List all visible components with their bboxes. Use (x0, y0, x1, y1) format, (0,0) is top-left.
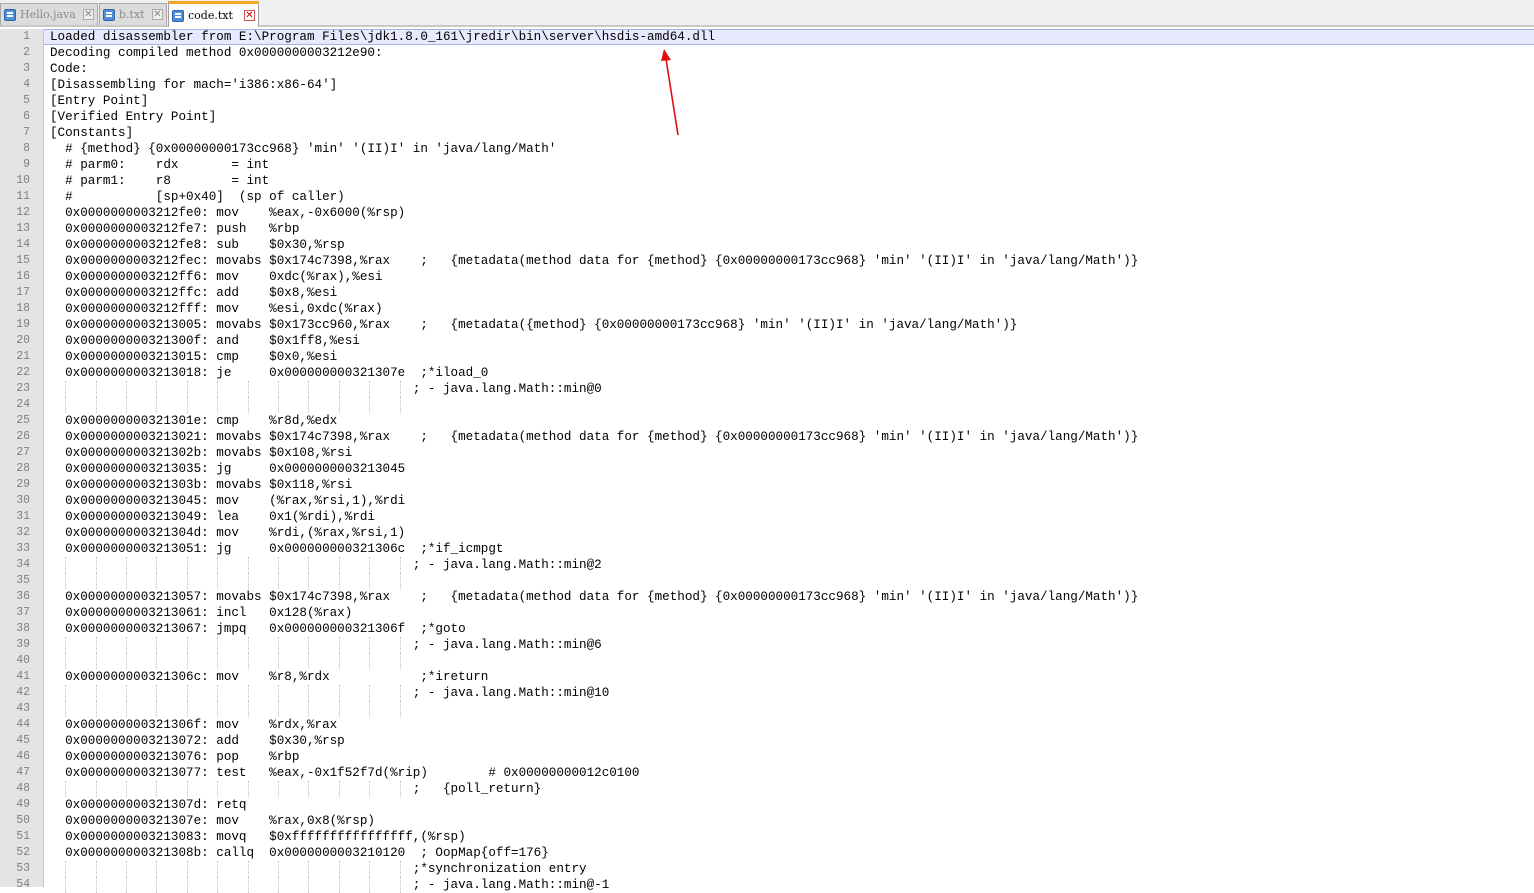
tab-bar: Hello.java ✕ b.txt ✕ code.txt ✕ (0, 0, 1534, 27)
tab-label: Hello.java (20, 8, 76, 21)
annotation-arrow-head (661, 49, 671, 61)
tab-b-txt[interactable]: b.txt ✕ (99, 3, 167, 25)
file-icon (172, 9, 184, 22)
close-icon[interactable]: ✕ (83, 9, 94, 20)
tab-code-txt[interactable]: code.txt ✕ (168, 1, 259, 27)
tab-hello-java[interactable]: Hello.java ✕ (0, 3, 98, 25)
file-icon (103, 8, 115, 21)
close-icon[interactable]: ✕ (244, 10, 255, 21)
annotation-arrow-line (665, 58, 679, 136)
close-icon[interactable]: ✕ (152, 9, 163, 20)
tab-label: code.txt (188, 9, 233, 22)
annotation-arrow (661, 49, 679, 136)
editor-area[interactable]: 1 Loaded disassembler from E:\Program Fil… (0, 29, 1534, 893)
file-icon (4, 8, 16, 21)
tab-label: b.txt (119, 8, 145, 21)
